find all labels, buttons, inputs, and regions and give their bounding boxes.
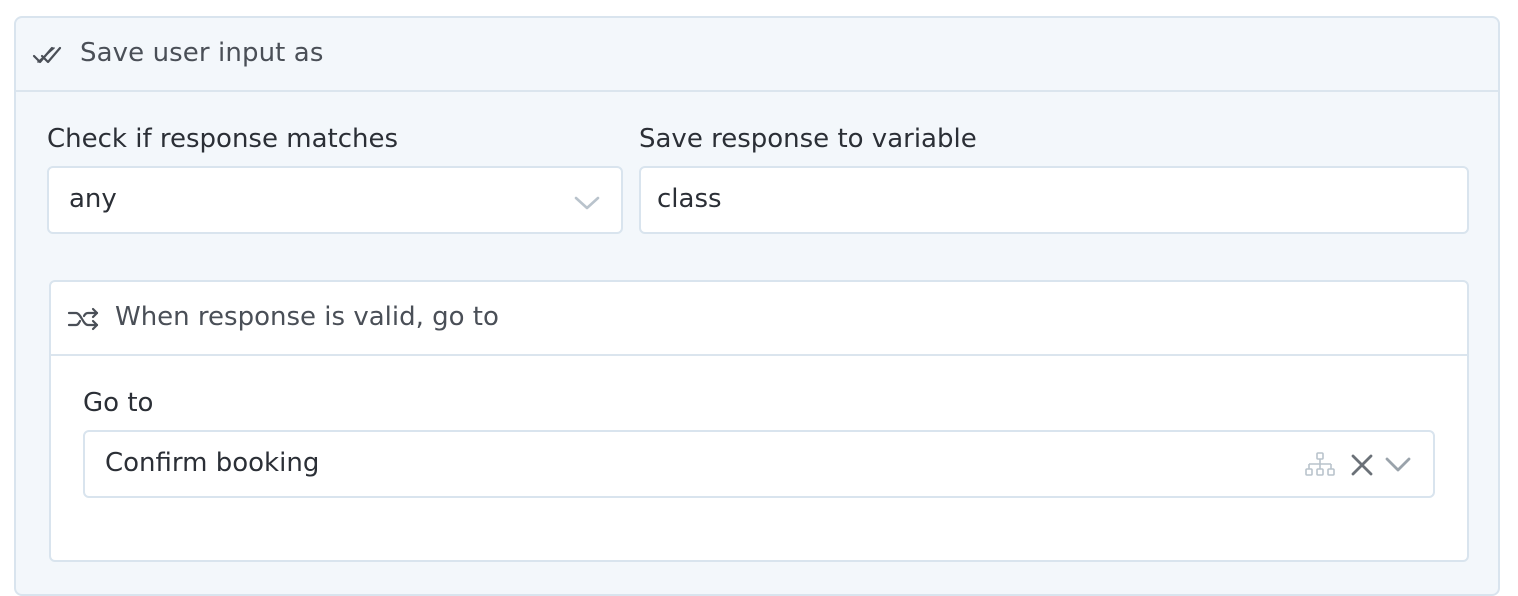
variable-input[interactable]: class xyxy=(639,166,1469,234)
chevron-down-icon[interactable] xyxy=(573,194,601,212)
panel-header[interactable]: Save user input as xyxy=(16,18,1498,92)
double-check-icon xyxy=(32,44,64,66)
route-branch-icon xyxy=(67,304,101,334)
save-user-input-panel: Save user input as Check if response mat… xyxy=(14,16,1500,596)
valid-response-section: When response is valid, go to Go to Conf… xyxy=(49,280,1469,562)
goto-select[interactable]: Confirm booking xyxy=(83,430,1435,498)
goto-select-value: Confirm booking xyxy=(105,448,320,478)
variable-field-label: Save response to variable xyxy=(639,124,977,154)
panel-title: Save user input as xyxy=(80,38,324,68)
valid-response-header[interactable]: When response is valid, go to xyxy=(51,282,1467,356)
variable-input-value: class xyxy=(657,184,722,214)
match-field-label: Check if response matches xyxy=(47,124,399,154)
clear-icon[interactable] xyxy=(1349,452,1375,478)
match-select-value: any xyxy=(69,184,117,214)
goto-label: Go to xyxy=(83,388,154,418)
flow-tree-icon[interactable] xyxy=(1305,452,1335,478)
chevron-down-icon[interactable] xyxy=(1383,456,1413,474)
valid-response-title: When response is valid, go to xyxy=(115,302,499,332)
match-select[interactable]: any xyxy=(47,166,623,234)
